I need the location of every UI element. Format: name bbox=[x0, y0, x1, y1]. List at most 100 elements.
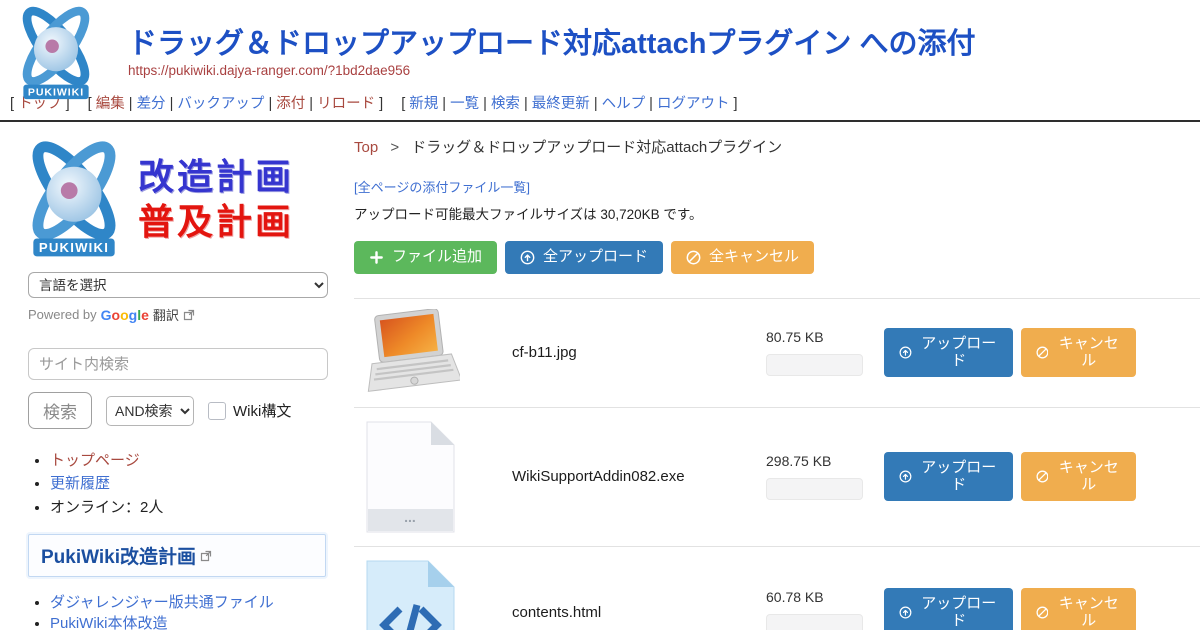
logo-kaizo-keikaku: 改造計画 bbox=[138, 154, 294, 199]
upload-circle-icon bbox=[899, 345, 912, 360]
nav-item-help[interactable]: ヘルプ bbox=[602, 96, 646, 112]
pipe: | bbox=[268, 96, 272, 112]
sidebar-logo-text: 改造計画 普及計画 bbox=[138, 154, 294, 244]
cancel-circle-icon bbox=[1036, 605, 1049, 620]
file-size: 60.78 KB bbox=[766, 589, 884, 605]
list-item: オンライン：2人 bbox=[50, 498, 346, 518]
pukiwiki-atom-logo-icon[interactable]: PUKIWIKI bbox=[8, 4, 104, 102]
bracket: ] bbox=[379, 96, 383, 112]
pipe: | bbox=[594, 96, 598, 112]
page-title: ドラッグ＆ドロップアップロード対応attachプラグイン への添付 bbox=[128, 0, 1200, 62]
list-item: ダジャレンジャー版共通ファイル bbox=[50, 593, 328, 613]
sidebar-item-common-files[interactable]: ダジャレンジャー版共通ファイル bbox=[50, 594, 274, 611]
generic-file-icon: ... bbox=[363, 418, 458, 536]
powered-by-label: Powered by bbox=[28, 307, 97, 322]
cancel-circle-icon bbox=[1036, 469, 1049, 484]
cancel-button[interactable]: キャンセル bbox=[1021, 452, 1136, 501]
file-name: WikiSupportAddin082.exe bbox=[466, 468, 766, 485]
pipe: | bbox=[649, 96, 653, 112]
file-name: contents.html bbox=[466, 604, 766, 621]
language-select[interactable]: 言語を選択 bbox=[28, 272, 328, 298]
upload-button[interactable]: アップロード bbox=[884, 328, 1013, 377]
nav-item-logout[interactable]: ログアウト bbox=[657, 96, 730, 112]
nav-item-new[interactable]: 新規 bbox=[409, 96, 438, 112]
list-item: PukiWiki本体改造 bbox=[50, 614, 328, 630]
nav-item-recent[interactable]: 最終更新 bbox=[532, 96, 590, 112]
file-row: contents.html 60.78 KB アップロード bbox=[354, 546, 1200, 630]
sidebar-main-links: ダジャレンジャー版共通ファイル PukiWiki本体改造 PukiWikiテキス… bbox=[28, 593, 328, 630]
upload-button[interactable]: アップロード bbox=[884, 588, 1013, 630]
upload-all-button[interactable]: 全アップロード bbox=[505, 241, 663, 274]
nav-group-page: [ 編集 | 差分 | バックアップ | 添付 | リロード ] bbox=[88, 96, 388, 112]
nav-item-list[interactable]: 一覧 bbox=[450, 96, 479, 112]
page-header: PUKIWIKI ドラッグ＆ドロップアップロード対応attachプラグイン への… bbox=[0, 0, 1200, 122]
file-size: 80.75 KB bbox=[766, 329, 884, 345]
google-logo[interactable]: Google bbox=[101, 307, 149, 323]
nav-item-attach[interactable]: 添付 bbox=[276, 96, 305, 112]
nav-item-backup[interactable]: バックアップ bbox=[177, 96, 264, 112]
pukiwiki-brand-text: PUKIWIKI bbox=[39, 240, 109, 255]
sidebar-section-header[interactable]: PukiWiki改造計画 bbox=[28, 534, 326, 577]
breadcrumb-root-link[interactable]: Top bbox=[354, 139, 378, 156]
breadcrumb: Top > ドラッグ＆ドロップアップロード対応attachプラグイン bbox=[354, 136, 1200, 157]
pipe: | bbox=[524, 96, 528, 112]
file-row: cf-b11.jpg 80.75 KB アップロード bbox=[354, 298, 1200, 407]
upload-circle-icon bbox=[899, 605, 912, 620]
wiki-syntax-label: Wiki構文 bbox=[233, 400, 291, 421]
logo-fukyu-keikaku: 普及計画 bbox=[138, 199, 294, 244]
pipe: | bbox=[309, 96, 313, 112]
max-upload-size-text: アップロード可能最大ファイルサイズは 30,720KB です。 bbox=[354, 203, 1200, 223]
pipe: | bbox=[483, 96, 487, 112]
sidebar-item-update-history[interactable]: 更新履歴 bbox=[50, 475, 110, 492]
nav-item-diff[interactable]: 差分 bbox=[137, 96, 166, 112]
all-pages-attach-list-link[interactable]: [全ページの添付ファイル一覧] bbox=[354, 180, 530, 195]
translate-label: 翻訳 bbox=[153, 305, 179, 324]
main-content: Top > ドラッグ＆ドロップアップロード対応attachプラグイン [全ページ… bbox=[346, 134, 1200, 630]
sidebar-quick-links: トップページ 更新履歴 オンライン：2人 bbox=[28, 451, 346, 518]
sidebar-item-top-page[interactable]: トップページ bbox=[50, 452, 140, 469]
list-item: トップページ bbox=[50, 451, 346, 471]
upload-progress-bar bbox=[766, 478, 863, 500]
upload-progress-bar bbox=[766, 354, 863, 376]
file-name: cf-b11.jpg bbox=[466, 344, 766, 361]
html-file-icon bbox=[363, 557, 458, 630]
add-files-button[interactable]: ファイル追加 bbox=[354, 241, 497, 274]
nav-item-search[interactable]: 検索 bbox=[491, 96, 520, 112]
file-list: cf-b11.jpg 80.75 KB アップロード bbox=[354, 298, 1200, 630]
breadcrumb-current: ドラッグ＆ドロップアップロード対応attachプラグイン bbox=[411, 139, 782, 156]
cancel-circle-icon bbox=[1036, 345, 1049, 360]
bracket: [ bbox=[401, 96, 405, 112]
pipe: | bbox=[170, 96, 174, 112]
laptop-thumbnail-image bbox=[360, 309, 460, 397]
sidebar-logo[interactable]: PUKIWIKI 改造計画 普及計画 bbox=[14, 138, 346, 260]
breadcrumb-separator: > bbox=[390, 139, 399, 156]
nav-group-site: [ 新規 | 一覧 | 検索 | 最終更新 | ヘルプ | ログアウト ] bbox=[401, 96, 737, 112]
upload-circle-icon bbox=[520, 250, 535, 265]
cancel-button[interactable]: キャンセル bbox=[1021, 588, 1136, 630]
list-item: 更新履歴 bbox=[50, 474, 346, 494]
search-controls: 検索 AND検索 Wiki構文 bbox=[28, 392, 346, 429]
upload-button[interactable]: アップロード bbox=[884, 452, 1013, 501]
pipe: | bbox=[442, 96, 446, 112]
sidebar: PUKIWIKI 改造計画 普及計画 言語を選択 Powered by Goog… bbox=[0, 134, 346, 630]
search-mode-select[interactable]: AND検索 bbox=[106, 396, 194, 426]
svg-text:...: ... bbox=[404, 509, 416, 525]
pipe: | bbox=[129, 96, 133, 112]
search-button[interactable]: 検索 bbox=[28, 392, 92, 429]
sidebar-item-core-mods[interactable]: PukiWiki本体改造 bbox=[50, 615, 168, 630]
section-title: PukiWiki改造計画 bbox=[41, 547, 196, 568]
cancel-all-button[interactable]: 全キャンセル bbox=[671, 241, 814, 274]
cancel-button[interactable]: キャンセル bbox=[1021, 328, 1136, 377]
site-search-input[interactable] bbox=[28, 348, 328, 380]
google-translate-attribution: Powered by Google 翻訳 bbox=[28, 305, 346, 324]
pukiwiki-atom-logo-icon: PUKIWIKI bbox=[14, 138, 134, 260]
sidebar-online-count: オンライン：2人 bbox=[50, 499, 163, 516]
upload-toolbar: ファイル追加 全アップロード 全キャンセル bbox=[354, 241, 1200, 274]
file-size: 298.75 KB bbox=[766, 453, 884, 469]
nav-item-reload[interactable]: リロード bbox=[317, 96, 375, 112]
pukiwiki-brand-text: PUKIWIKI bbox=[28, 87, 84, 99]
external-link-icon bbox=[183, 309, 195, 321]
page-url-link[interactable]: https://pukiwiki.dajya-ranger.com/?1bd2d… bbox=[128, 63, 410, 78]
bracket: ] bbox=[734, 96, 738, 112]
wiki-syntax-checkbox[interactable] bbox=[208, 402, 226, 420]
